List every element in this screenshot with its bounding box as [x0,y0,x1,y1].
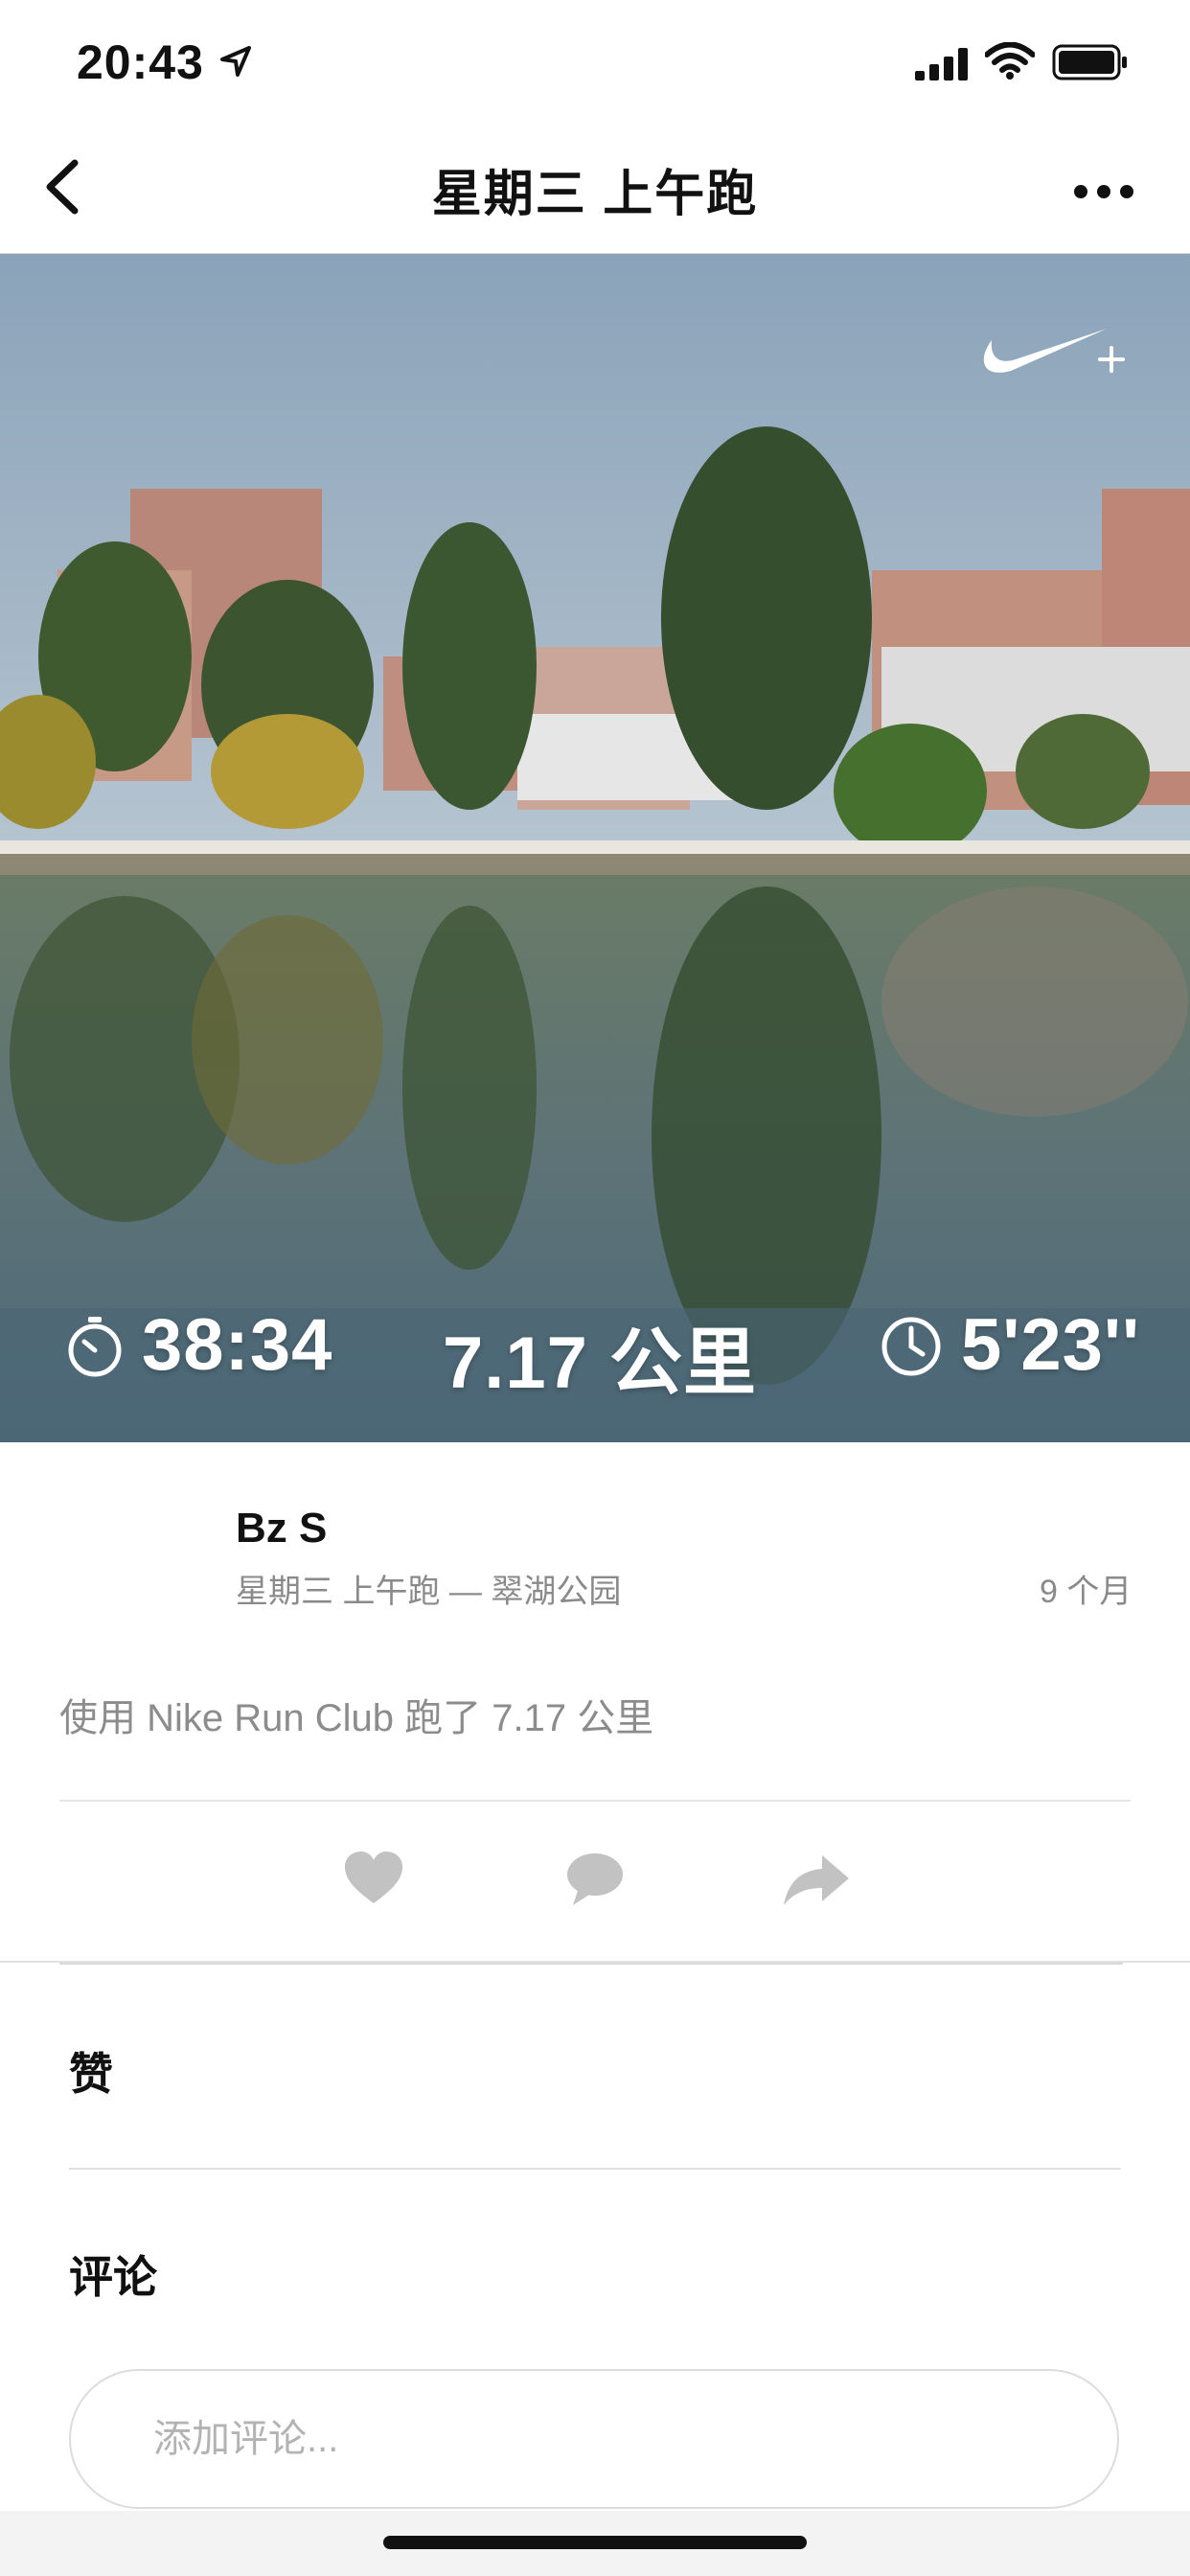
nike-run-club-swoosh-icon [983,329,1125,373]
wifi-icon [985,42,1035,80]
divider [59,1800,1131,1802]
distance-stat: 7.17 公里 [443,1322,758,1404]
pace-icon [881,1317,941,1376]
user-name[interactable]: Bz S [236,1505,327,1552]
location-arrow-icon [220,46,251,77]
post-age: 9 个月 [1040,1574,1133,1610]
lake-scene-illustration [0,254,1190,1442]
comments-heading: 评论 [69,2252,157,2302]
signal-icon [915,48,968,80]
stopwatch-icon [68,1317,122,1377]
page-title: 星期三 上午跑 [431,167,759,222]
status-time: 20:43 [77,35,204,89]
battery-icon [1052,44,1127,80]
speech-bubble-icon[interactable] [565,1852,625,1909]
home-indicator[interactable] [383,2536,807,2549]
post-meta: 星期三 上午跑 — 翠湖公园 [236,1574,622,1610]
comment-input[interactable] [69,2369,1119,2509]
run-photo [0,254,1190,1442]
section-divider [59,1963,1123,1965]
heart-icon[interactable] [343,1850,404,1907]
more-options-button[interactable] [1064,163,1150,220]
divider [69,2168,1121,2170]
likes-heading: 赞 [69,2049,113,2099]
duration-stat: 38:34 [142,1304,333,1386]
post-description: 使用 Nike Run Club 跑了 7.17 公里 [59,1697,654,1739]
share-arrow-icon[interactable] [782,1852,851,1909]
pace-stat: 5'23'' [961,1304,1141,1386]
